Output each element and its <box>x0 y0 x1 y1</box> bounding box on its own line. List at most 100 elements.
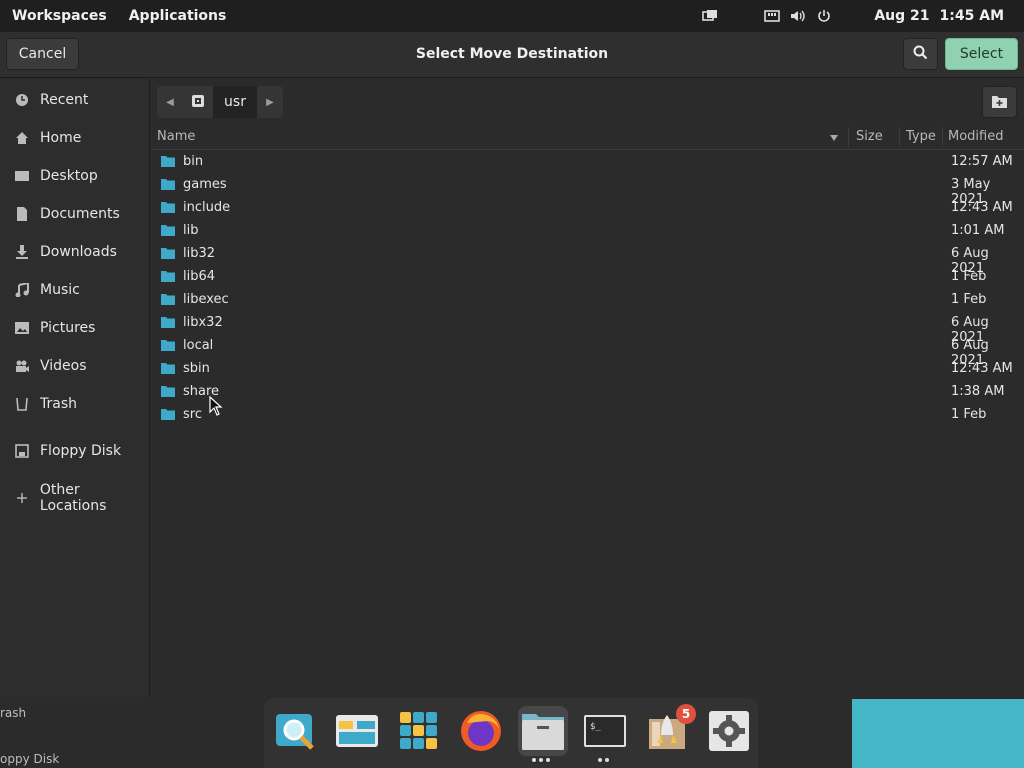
folder-icon <box>161 179 175 190</box>
music-icon <box>14 282 30 298</box>
trash-icon <box>14 396 30 412</box>
table-row[interactable]: lib32 6 Aug 2021 <box>151 243 1024 276</box>
sidebar: Recent Home Desktop Documents Downloads … <box>0 79 150 697</box>
dock-app-grid[interactable] <box>394 706 444 756</box>
column-size[interactable]: Size <box>856 129 883 144</box>
sidebar-item-floppy-disk[interactable]: Floppy Disk <box>0 436 150 466</box>
search-button[interactable] <box>903 38 938 70</box>
dock-search-app[interactable] <box>270 706 320 756</box>
select-button[interactable]: Select <box>945 38 1018 70</box>
table-row[interactable]: lib64 1 Feb <box>151 266 1024 289</box>
dialog-header: Cancel Select Move Destination Select <box>0 32 1024 78</box>
table-row[interactable]: local 6 Aug 2021 <box>151 335 1024 368</box>
sidebar-item-home[interactable]: Home <box>0 123 150 153</box>
gear-icon <box>709 711 749 751</box>
dock-terminal[interactable]: $_ <box>580 706 630 756</box>
date-text: Aug 21 <box>874 8 930 24</box>
folder-icon <box>161 202 175 213</box>
dock-settings[interactable] <box>704 706 754 756</box>
dialog-title: Select Move Destination <box>415 46 609 62</box>
sidebar-item-downloads[interactable]: Downloads <box>0 237 150 267</box>
plus-icon <box>14 490 30 506</box>
folder-icon <box>161 409 175 420</box>
clock-icon <box>14 92 30 108</box>
sidebar-item-label: Trash <box>40 396 77 412</box>
dock-firefox[interactable] <box>456 706 506 756</box>
sidebar-item-pictures[interactable]: Pictures <box>0 313 150 343</box>
chevron-right-icon: ▶ <box>266 96 274 108</box>
firefox-icon <box>461 711 501 751</box>
app-grid-icon <box>400 712 437 749</box>
file-name: games <box>183 177 227 192</box>
power-icon[interactable] <box>816 8 832 24</box>
file-name: lib64 <box>183 269 216 284</box>
background-text: rash <box>0 706 27 720</box>
network-icon[interactable] <box>764 8 781 24</box>
dock-files-active[interactable] <box>518 706 568 756</box>
file-modified: 1:38 AM <box>951 384 1005 399</box>
running-indicator <box>532 758 550 762</box>
path-forward-button[interactable]: ▶ <box>257 86 283 118</box>
applications-button[interactable]: Applications <box>129 8 227 24</box>
table-row[interactable]: sbin 12:43 AM <box>151 358 1024 381</box>
mouse-cursor-icon <box>209 396 223 416</box>
file-modified: 1:01 AM <box>951 223 1005 238</box>
notification-badge: 5 <box>676 704 696 724</box>
table-row[interactable]: include 12:43 AM <box>151 197 1024 220</box>
column-modified[interactable]: Modified <box>948 129 1003 144</box>
home-icon <box>14 130 30 146</box>
workspace-switcher-icon[interactable] <box>702 8 718 24</box>
path-back-button[interactable]: ◀ <box>157 86 183 118</box>
table-row[interactable]: bin 12:57 AM <box>151 151 1024 174</box>
path-current-button[interactable]: usr <box>213 86 257 118</box>
sidebar-item-desktop[interactable]: Desktop <box>0 161 150 191</box>
sidebar-item-trash[interactable]: Trash <box>0 389 150 419</box>
file-modified: 1 Feb <box>951 269 987 284</box>
dock-files-browser[interactable] <box>332 706 382 756</box>
workspaces-button[interactable]: Workspaces <box>12 8 107 24</box>
sort-down-icon[interactable] <box>829 131 839 146</box>
table-row[interactable]: libexec 1 Feb <box>151 289 1024 312</box>
sidebar-item-music[interactable]: Music <box>0 275 150 305</box>
sidebar-item-videos[interactable]: Videos <box>0 351 150 381</box>
sidebar-item-label: Recent <box>40 92 89 108</box>
clock[interactable]: Aug 21 1:45 AM <box>874 8 1004 24</box>
new-folder-button[interactable] <box>982 86 1017 118</box>
sidebar-item-label: Home <box>40 130 82 146</box>
wallpaper-region <box>852 699 1024 768</box>
table-row[interactable]: lib 1:01 AM <box>151 220 1024 243</box>
sidebar-item-label: Other Locations <box>39 482 107 514</box>
table-row[interactable]: share 1:38 AM <box>151 381 1024 404</box>
sidebar-item-label: Documents <box>40 206 120 222</box>
svg-text:$_: $_ <box>590 722 601 732</box>
file-name: lib <box>183 223 199 238</box>
volume-icon[interactable] <box>790 8 806 24</box>
desktop-icon <box>14 168 30 184</box>
table-row[interactable]: libx32 6 Aug 2021 <box>151 312 1024 345</box>
path-bar: ◀ usr ▶ <box>157 86 283 118</box>
folder-icon <box>161 317 175 328</box>
sidebar-item-label: Downloads <box>40 244 117 260</box>
file-modified: 12:57 AM <box>951 154 1013 169</box>
time-text: 1:45 AM <box>939 8 1004 24</box>
sidebar-item-other-locations[interactable]: Other Locations <box>0 482 150 514</box>
folder-icon <box>161 271 175 282</box>
file-name: sbin <box>183 361 210 376</box>
sidebar-item-documents[interactable]: Documents <box>0 199 150 229</box>
folder-icon <box>161 225 175 236</box>
table-row[interactable]: src 1 Feb <box>151 404 1024 427</box>
column-name[interactable]: Name <box>157 129 195 144</box>
terminal-icon: $_ <box>584 715 626 747</box>
folder-icon <box>161 340 175 351</box>
running-indicator <box>598 758 609 762</box>
path-root-button[interactable] <box>183 86 213 118</box>
chevron-left-icon: ◀ <box>166 96 174 108</box>
background-text: oppy Disk <box>0 752 60 766</box>
folder-icon <box>161 363 175 374</box>
sidebar-item-recent[interactable]: Recent <box>0 85 150 115</box>
file-name: src <box>183 407 202 422</box>
table-row[interactable]: games 3 May 2021 <box>151 174 1024 207</box>
video-icon <box>14 358 30 374</box>
search-icon <box>913 45 928 64</box>
column-type[interactable]: Type <box>906 129 936 144</box>
